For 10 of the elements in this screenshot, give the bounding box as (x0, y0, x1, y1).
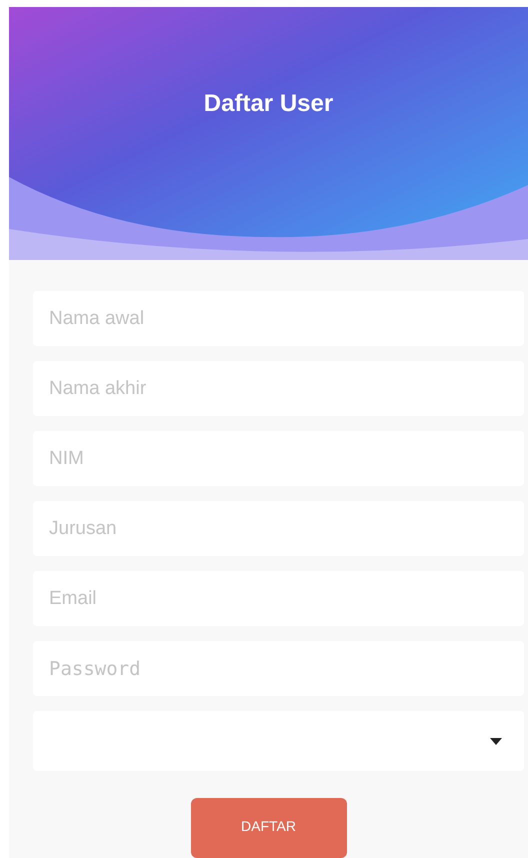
input-field[interactable]: Nama akhir (33, 361, 524, 416)
input-field[interactable]: Jurusan (33, 501, 524, 556)
input-field[interactable]: Email (33, 571, 524, 626)
input-field[interactable]: Nama awal (33, 291, 524, 346)
page-title: Daftar User (204, 88, 334, 118)
password-field[interactable]: Password (33, 641, 524, 696)
register-button[interactable]: DAFTAR (190, 798, 346, 858)
input-field[interactable]: NIM (33, 431, 524, 486)
dropdown-caret-icon (490, 738, 502, 744)
dropdown-field[interactable] (33, 711, 524, 771)
